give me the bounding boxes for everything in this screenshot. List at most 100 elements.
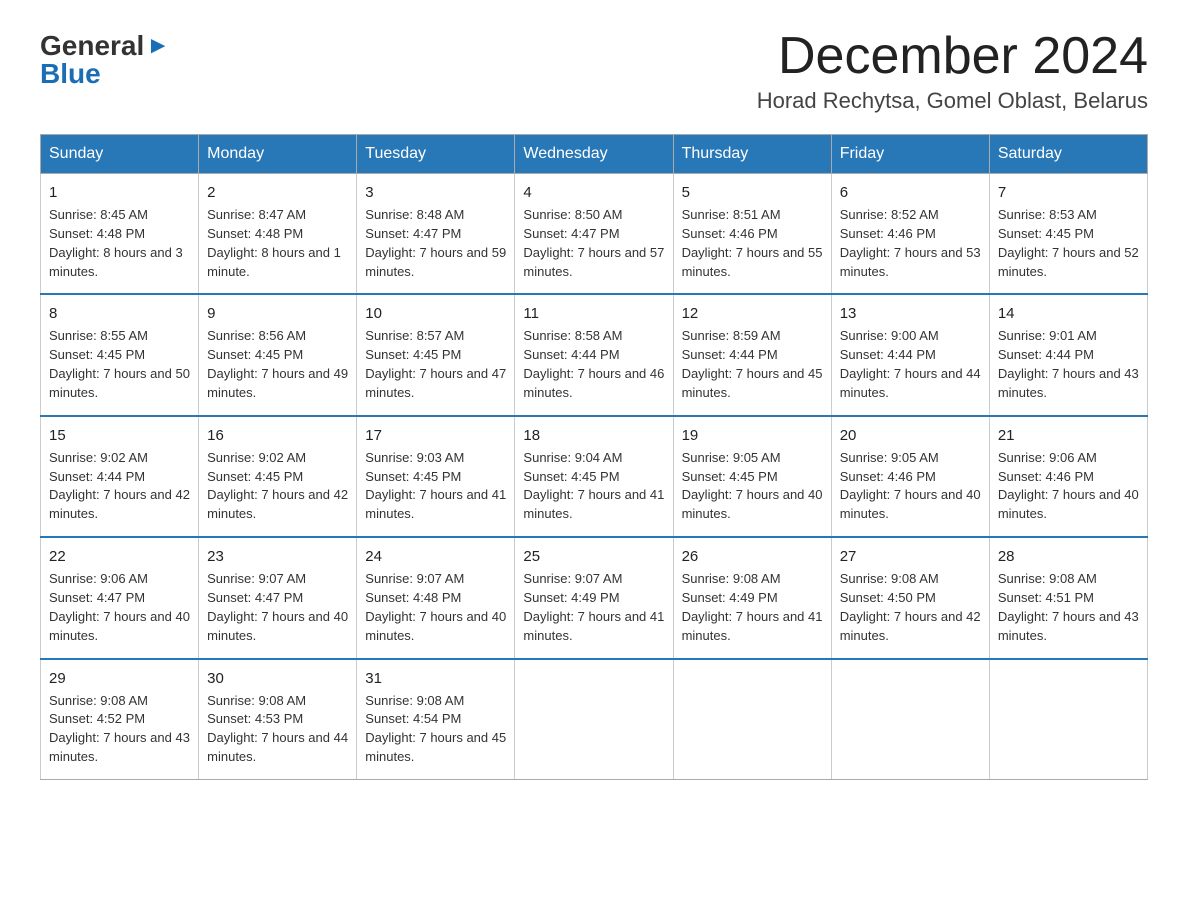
calendar-cell: 31 Sunrise: 9:08 AMSunset: 4:54 PMDayligh… [357, 659, 515, 780]
day-info: Sunrise: 8:57 AMSunset: 4:45 PMDaylight:… [365, 327, 506, 402]
day-info: Sunrise: 8:48 AMSunset: 4:47 PMDaylight:… [365, 206, 506, 281]
calendar-cell: 13 Sunrise: 9:00 AMSunset: 4:44 PMDayligh… [831, 294, 989, 415]
calendar-cell: 21 Sunrise: 9:06 AMSunset: 4:46 PMDayligh… [989, 416, 1147, 537]
logo-arrow-icon: ► [146, 32, 170, 60]
title-block: December 2024 Horad Rechytsa, Gomel Obla… [757, 30, 1148, 114]
day-number: 20 [840, 425, 981, 446]
day-number: 7 [998, 182, 1139, 203]
calendar-table: SundayMondayTuesdayWednesdayThursdayFrid… [40, 134, 1148, 780]
day-number: 11 [523, 303, 664, 324]
day-info: Sunrise: 9:07 AMSunset: 4:47 PMDaylight:… [207, 570, 348, 645]
week-row-5: 29 Sunrise: 9:08 AMSunset: 4:52 PMDayligh… [41, 659, 1148, 780]
calendar-cell: 9 Sunrise: 8:56 AMSunset: 4:45 PMDaylight… [199, 294, 357, 415]
calendar-cell: 4Sunrise: 8:50 AMSunset: 4:47 PMDaylight… [515, 174, 673, 295]
week-row-2: 8Sunrise: 8:55 AMSunset: 4:45 PMDaylight… [41, 294, 1148, 415]
page-header: General ► Blue December 2024 Horad Rechy… [40, 30, 1148, 114]
day-info: Sunrise: 8:58 AMSunset: 4:44 PMDaylight:… [523, 327, 664, 402]
day-info: Sunrise: 8:45 AMSunset: 4:48 PMDaylight:… [49, 206, 190, 281]
calendar-cell: 30 Sunrise: 9:08 AMSunset: 4:53 PMDayligh… [199, 659, 357, 780]
day-number: 9 [207, 303, 348, 324]
day-number: 6 [840, 182, 981, 203]
weekday-header-wednesday: Wednesday [515, 135, 673, 174]
day-info: Sunrise: 9:08 AMSunset: 4:53 PMDaylight:… [207, 692, 348, 767]
day-info: Sunrise: 8:56 AMSunset: 4:45 PMDaylight:… [207, 327, 348, 402]
calendar-cell: 3 Sunrise: 8:48 AMSunset: 4:47 PMDaylight… [357, 174, 515, 295]
day-number: 17 [365, 425, 506, 446]
day-number: 28 [998, 546, 1139, 567]
day-number: 25 [523, 546, 664, 567]
day-info: Sunrise: 9:08 AMSunset: 4:50 PMDaylight:… [840, 570, 981, 645]
day-info: Sunrise: 8:55 AMSunset: 4:45 PMDaylight:… [49, 327, 190, 402]
day-number: 19 [682, 425, 823, 446]
calendar-cell: 11 Sunrise: 8:58 AMSunset: 4:44 PMDayligh… [515, 294, 673, 415]
calendar-cell: 18Sunrise: 9:04 AMSunset: 4:45 PMDayligh… [515, 416, 673, 537]
day-number: 30 [207, 668, 348, 689]
day-number: 3 [365, 182, 506, 203]
calendar-cell: 10Sunrise: 8:57 AMSunset: 4:45 PMDayligh… [357, 294, 515, 415]
day-number: 22 [49, 546, 190, 567]
logo-blue: Blue [40, 58, 101, 90]
day-info: Sunrise: 9:04 AMSunset: 4:45 PMDaylight:… [523, 449, 664, 524]
weekday-header-monday: Monday [199, 135, 357, 174]
calendar-cell: 12Sunrise: 8:59 AMSunset: 4:44 PMDayligh… [673, 294, 831, 415]
day-info: Sunrise: 8:47 AMSunset: 4:48 PMDaylight:… [207, 206, 348, 281]
day-number: 13 [840, 303, 981, 324]
calendar-cell: 24Sunrise: 9:07 AMSunset: 4:48 PMDayligh… [357, 537, 515, 658]
day-info: Sunrise: 9:08 AMSunset: 4:54 PMDaylight:… [365, 692, 506, 767]
calendar-cell: 16 Sunrise: 9:02 AMSunset: 4:45 PMDayligh… [199, 416, 357, 537]
day-number: 29 [49, 668, 190, 689]
day-number: 5 [682, 182, 823, 203]
calendar-cell [515, 659, 673, 780]
day-number: 23 [207, 546, 348, 567]
calendar-cell [673, 659, 831, 780]
day-info: Sunrise: 8:53 AMSunset: 4:45 PMDaylight:… [998, 206, 1139, 281]
day-info: Sunrise: 8:50 AMSunset: 4:47 PMDaylight:… [523, 206, 664, 281]
calendar-cell: 1Sunrise: 8:45 AMSunset: 4:48 PMDaylight… [41, 174, 199, 295]
calendar-cell: 23 Sunrise: 9:07 AMSunset: 4:47 PMDayligh… [199, 537, 357, 658]
day-info: Sunrise: 9:02 AMSunset: 4:44 PMDaylight:… [49, 449, 190, 524]
day-number: 15 [49, 425, 190, 446]
weekday-header-sunday: Sunday [41, 135, 199, 174]
logo: General ► Blue [40, 30, 170, 90]
calendar-cell: 25Sunrise: 9:07 AMSunset: 4:49 PMDayligh… [515, 537, 673, 658]
week-row-3: 15 Sunrise: 9:02 AMSunset: 4:44 PMDayligh… [41, 416, 1148, 537]
day-number: 2 [207, 182, 348, 203]
day-info: Sunrise: 9:07 AMSunset: 4:48 PMDaylight:… [365, 570, 506, 645]
calendar-cell: 29 Sunrise: 9:08 AMSunset: 4:52 PMDayligh… [41, 659, 199, 780]
calendar-cell: 26Sunrise: 9:08 AMSunset: 4:49 PMDayligh… [673, 537, 831, 658]
day-info: Sunrise: 9:03 AMSunset: 4:45 PMDaylight:… [365, 449, 506, 524]
calendar-cell: 27 Sunrise: 9:08 AMSunset: 4:50 PMDayligh… [831, 537, 989, 658]
day-info: Sunrise: 9:02 AMSunset: 4:45 PMDaylight:… [207, 449, 348, 524]
day-info: Sunrise: 9:06 AMSunset: 4:47 PMDaylight:… [49, 570, 190, 645]
calendar-cell: 5Sunrise: 8:51 AMSunset: 4:46 PMDaylight… [673, 174, 831, 295]
day-info: Sunrise: 9:08 AMSunset: 4:52 PMDaylight:… [49, 692, 190, 767]
day-info: Sunrise: 9:00 AMSunset: 4:44 PMDaylight:… [840, 327, 981, 402]
day-info: Sunrise: 8:59 AMSunset: 4:44 PMDaylight:… [682, 327, 823, 402]
day-number: 21 [998, 425, 1139, 446]
calendar-cell: 7 Sunrise: 8:53 AMSunset: 4:45 PMDaylight… [989, 174, 1147, 295]
location-subtitle: Horad Rechytsa, Gomel Oblast, Belarus [757, 88, 1148, 114]
weekday-header-saturday: Saturday [989, 135, 1147, 174]
day-info: Sunrise: 9:06 AMSunset: 4:46 PMDaylight:… [998, 449, 1139, 524]
calendar-cell: 17 Sunrise: 9:03 AMSunset: 4:45 PMDayligh… [357, 416, 515, 537]
calendar-cell: 28Sunrise: 9:08 AMSunset: 4:51 PMDayligh… [989, 537, 1147, 658]
calendar-cell [989, 659, 1147, 780]
weekday-header-thursday: Thursday [673, 135, 831, 174]
calendar-cell: 6Sunrise: 8:52 AMSunset: 4:46 PMDaylight… [831, 174, 989, 295]
calendar-cell: 14Sunrise: 9:01 AMSunset: 4:44 PMDayligh… [989, 294, 1147, 415]
calendar-cell: 15 Sunrise: 9:02 AMSunset: 4:44 PMDayligh… [41, 416, 199, 537]
weekday-header-tuesday: Tuesday [357, 135, 515, 174]
weekday-header-friday: Friday [831, 135, 989, 174]
calendar-cell: 8Sunrise: 8:55 AMSunset: 4:45 PMDaylight… [41, 294, 199, 415]
week-row-4: 22 Sunrise: 9:06 AMSunset: 4:47 PMDayligh… [41, 537, 1148, 658]
day-number: 31 [365, 668, 506, 689]
day-info: Sunrise: 9:05 AMSunset: 4:46 PMDaylight:… [840, 449, 981, 524]
calendar-cell: 20 Sunrise: 9:05 AMSunset: 4:46 PMDayligh… [831, 416, 989, 537]
day-info: Sunrise: 9:01 AMSunset: 4:44 PMDaylight:… [998, 327, 1139, 402]
calendar-cell: 19 Sunrise: 9:05 AMSunset: 4:45 PMDayligh… [673, 416, 831, 537]
day-info: Sunrise: 9:08 AMSunset: 4:49 PMDaylight:… [682, 570, 823, 645]
week-row-1: 1Sunrise: 8:45 AMSunset: 4:48 PMDaylight… [41, 174, 1148, 295]
day-info: Sunrise: 9:05 AMSunset: 4:45 PMDaylight:… [682, 449, 823, 524]
day-number: 27 [840, 546, 981, 567]
day-number: 16 [207, 425, 348, 446]
